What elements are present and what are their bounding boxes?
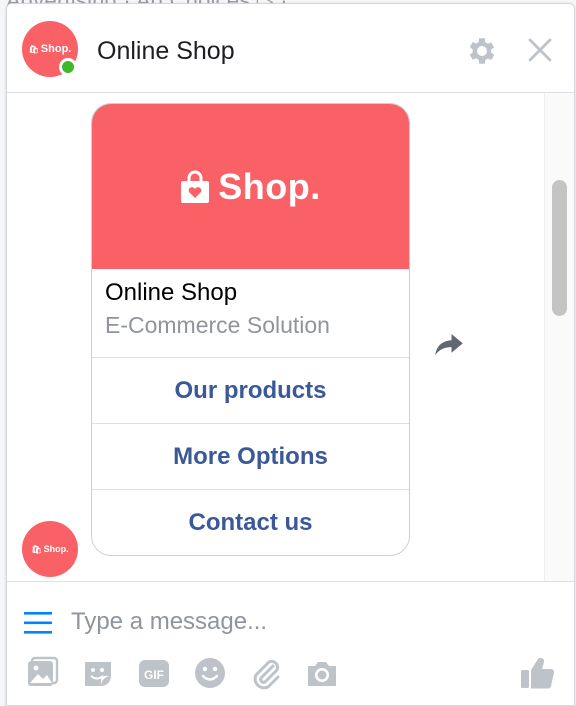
close-icon[interactable] [525, 35, 555, 65]
shopping-bag-icon: 🛍 [28, 44, 39, 54]
menu-icon[interactable] [23, 611, 53, 635]
card-image[interactable]: Shop. [92, 104, 409, 269]
card-subtitle: E-Commerce Solution [105, 312, 330, 338]
avatar-label: Shop. [43, 544, 69, 554]
card-body: Online Shop E-Commerce Solution [92, 269, 409, 358]
shopping-bag-icon [181, 170, 210, 203]
chat-header: 🛍 Shop. Online Shop [7, 4, 574, 93]
share-icon[interactable] [432, 329, 466, 359]
chat-window: 🛍 Shop. Online Shop Shop. Online Shop E-… [6, 3, 575, 706]
attachment-icon[interactable] [249, 656, 283, 690]
message-composer: GIF [7, 581, 574, 705]
online-status-indicator [59, 58, 77, 76]
gif-label: GIF [144, 668, 164, 682]
camera-icon[interactable] [305, 656, 339, 690]
message-input[interactable] [71, 604, 511, 640]
card-brand-label: Shop. [218, 165, 321, 207]
shopping-bag-icon: 🛍 [31, 544, 42, 554]
our-products-button[interactable]: Our products [92, 358, 409, 424]
chat-title[interactable]: Online Shop [97, 37, 235, 66]
photo-icon[interactable] [25, 656, 59, 690]
message-thread: Shop. Online Shop E-Commerce Solution Ou… [7, 93, 574, 581]
more-options-button[interactable]: More Options [92, 424, 409, 490]
sticker-icon[interactable] [81, 656, 115, 690]
avatar-label: Shop. [40, 43, 72, 55]
shop-avatar-small[interactable]: 🛍 Shop. [22, 521, 78, 577]
generic-template-card: Shop. Online Shop E-Commerce Solution Ou… [91, 103, 410, 556]
contact-us-button[interactable]: Contact us [92, 490, 409, 555]
emoji-icon[interactable] [193, 656, 227, 690]
scrollbar-thumb[interactable] [552, 180, 567, 316]
card-title: Online Shop [105, 279, 238, 306]
scrollbar-track[interactable] [544, 93, 574, 581]
like-icon[interactable] [518, 654, 556, 692]
gif-icon[interactable]: GIF [137, 656, 171, 690]
gear-icon[interactable] [465, 34, 499, 68]
